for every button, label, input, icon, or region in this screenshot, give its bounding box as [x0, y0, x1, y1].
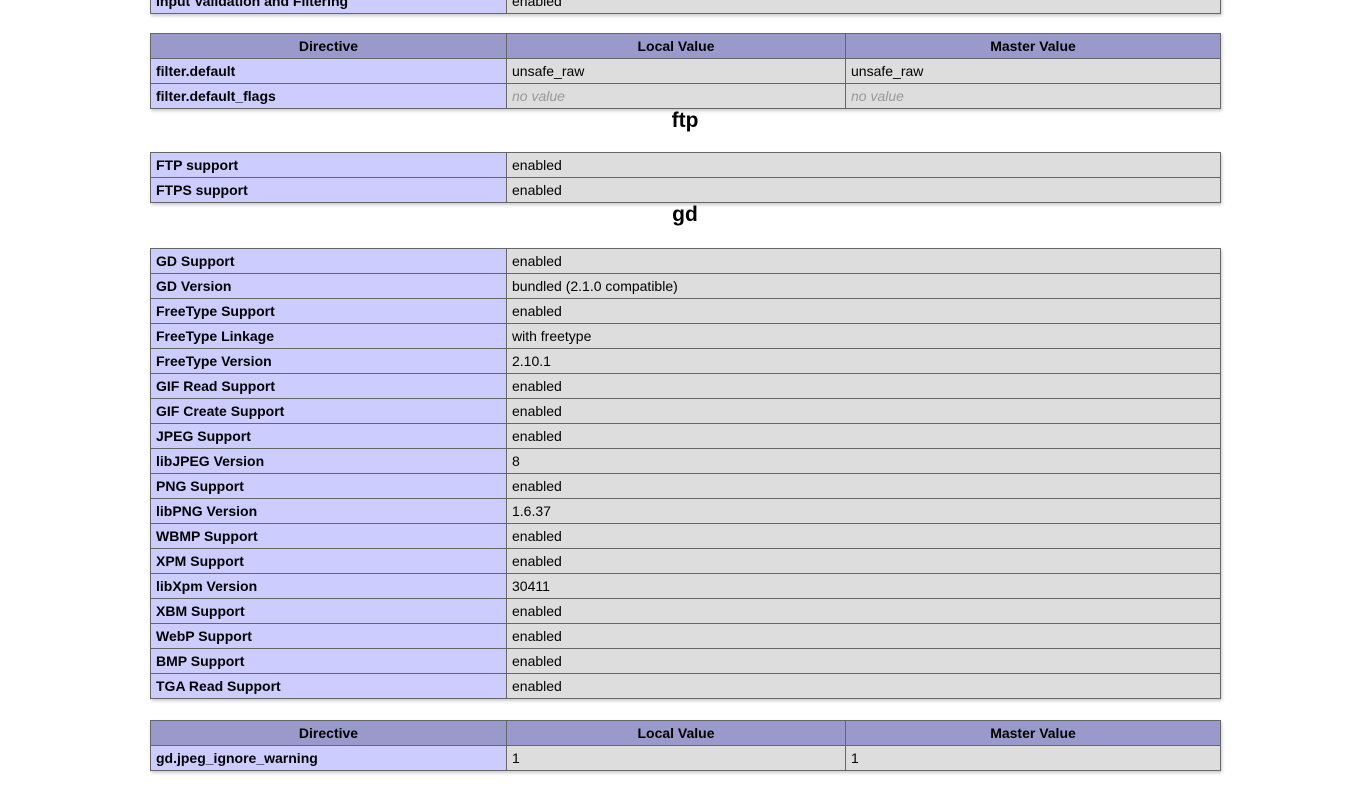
value-cell: unsafe_raw	[845, 58, 1221, 84]
value-cell: unsafe_raw	[506, 58, 846, 84]
table-row: BMP Support enabled	[150, 648, 1221, 674]
directive-cell: JPEG Support	[150, 423, 507, 449]
value-cell: enabled	[506, 623, 1221, 649]
value-cell: enabled	[506, 0, 1221, 14]
value-cell: enabled	[506, 152, 1221, 178]
value-cell: bundled (2.1.0 compatible)	[506, 273, 1221, 299]
value-cell: enabled	[506, 473, 1221, 499]
input-filter-tail-table: Input Validation and Filtering enabled	[150, 0, 1221, 14]
table-row: FreeType Version 2.10.1	[150, 348, 1221, 374]
filter-directives-table: Directive Local Value Master Value filter.d…	[150, 33, 1221, 109]
column-header: Master Value	[845, 720, 1221, 746]
directive-cell: filter.default_flags	[150, 83, 507, 109]
directive-cell: Input Validation and Filtering	[150, 0, 507, 14]
value-cell: 2.10.1	[506, 348, 1221, 374]
gd-table: GD Support enabled GD Version bundled (2.1.…	[150, 248, 1221, 699]
table-row: Input Validation and Filtering enabled	[150, 0, 1221, 14]
directive-cell: FTP support	[150, 152, 507, 178]
table-row: XBM Support enabled	[150, 598, 1221, 624]
value-cell: 30411	[506, 573, 1221, 599]
directive-cell: GD Version	[150, 273, 507, 299]
directive-cell: libJPEG Version	[150, 448, 507, 474]
table-row: FTPS support enabled	[150, 177, 1221, 203]
column-header: Directive	[150, 720, 507, 746]
directive-cell: filter.default	[150, 58, 507, 84]
table-row: libPNG Version 1.6.37	[150, 498, 1221, 524]
directive-cell: GIF Create Support	[150, 398, 507, 424]
section-heading-ftp: ftp	[671, 109, 699, 132]
value-cell: enabled	[506, 423, 1221, 449]
value-cell: enabled	[506, 298, 1221, 324]
column-header: Local Value	[506, 33, 846, 59]
table-row: filter.default unsafe_raw unsafe_raw	[150, 58, 1221, 84]
directive-cell: FreeType Version	[150, 348, 507, 374]
directive-cell: GD Support	[150, 248, 507, 274]
table-row: GD Version bundled (2.1.0 compatible)	[150, 273, 1221, 299]
table-header-row: Directive Local Value Master Value	[150, 720, 1221, 746]
value-cell: with freetype	[506, 323, 1221, 349]
table-row: GIF Read Support enabled	[150, 373, 1221, 399]
directive-cell: FreeType Linkage	[150, 323, 507, 349]
table-row: WBMP Support enabled	[150, 523, 1221, 549]
directive-cell: gd.jpeg_ignore_warning	[150, 745, 507, 771]
directive-cell: libXpm Version	[150, 573, 507, 599]
table-row: libJPEG Version 8	[150, 448, 1221, 474]
column-header: Master Value	[845, 33, 1221, 59]
column-header: Directive	[150, 33, 507, 59]
table-row: filter.default_flags no value no value	[150, 83, 1221, 109]
directive-cell: FTPS support	[150, 177, 507, 203]
column-header: Local Value	[506, 720, 846, 746]
value-cell: no value	[845, 83, 1221, 109]
table-row: PNG Support enabled	[150, 473, 1221, 499]
value-cell: 1	[845, 745, 1221, 771]
table-row: FreeType Support enabled	[150, 298, 1221, 324]
directive-cell: XBM Support	[150, 598, 507, 624]
value-cell: no value	[506, 83, 846, 109]
directive-cell: TGA Read Support	[150, 673, 507, 699]
ftp-table: FTP support enabled FTPS support enabled	[150, 152, 1221, 203]
directive-cell: FreeType Support	[150, 298, 507, 324]
directive-cell: WebP Support	[150, 623, 507, 649]
table-row: gd.jpeg_ignore_warning 1 1	[150, 745, 1221, 771]
value-cell: enabled	[506, 373, 1221, 399]
table-row: GD Support enabled	[150, 248, 1221, 274]
value-cell: enabled	[506, 548, 1221, 574]
table-header-row: Directive Local Value Master Value	[150, 33, 1221, 59]
value-cell: enabled	[506, 673, 1221, 699]
directive-cell: PNG Support	[150, 473, 507, 499]
phpinfo-content: Input Validation and Filtering enabled Dir…	[150, 0, 1221, 771]
value-cell: enabled	[506, 398, 1221, 424]
table-row: FTP support enabled	[150, 152, 1221, 178]
table-row: GIF Create Support enabled	[150, 398, 1221, 424]
table-row: XPM Support enabled	[150, 548, 1221, 574]
value-cell: enabled	[506, 248, 1221, 274]
value-cell: enabled	[506, 598, 1221, 624]
directive-cell: XPM Support	[150, 548, 507, 574]
table-row: JPEG Support enabled	[150, 423, 1221, 449]
directive-cell: GIF Read Support	[150, 373, 507, 399]
directive-cell: libPNG Version	[150, 498, 507, 524]
value-cell: 1	[506, 745, 846, 771]
value-cell: 1.6.37	[506, 498, 1221, 524]
table-row: TGA Read Support enabled	[150, 673, 1221, 699]
value-cell: enabled	[506, 177, 1221, 203]
table-row: libXpm Version 30411	[150, 573, 1221, 599]
value-cell: enabled	[506, 648, 1221, 674]
value-cell: enabled	[506, 523, 1221, 549]
value-cell: 8	[506, 448, 1221, 474]
table-row: WebP Support enabled	[150, 623, 1221, 649]
section-heading-gd: gd	[672, 203, 698, 226]
directive-cell: BMP Support	[150, 648, 507, 674]
table-row: FreeType Linkage with freetype	[150, 323, 1221, 349]
directive-cell: WBMP Support	[150, 523, 507, 549]
gd-directives-table: Directive Local Value Master Value gd.jpeg_…	[150, 720, 1221, 771]
